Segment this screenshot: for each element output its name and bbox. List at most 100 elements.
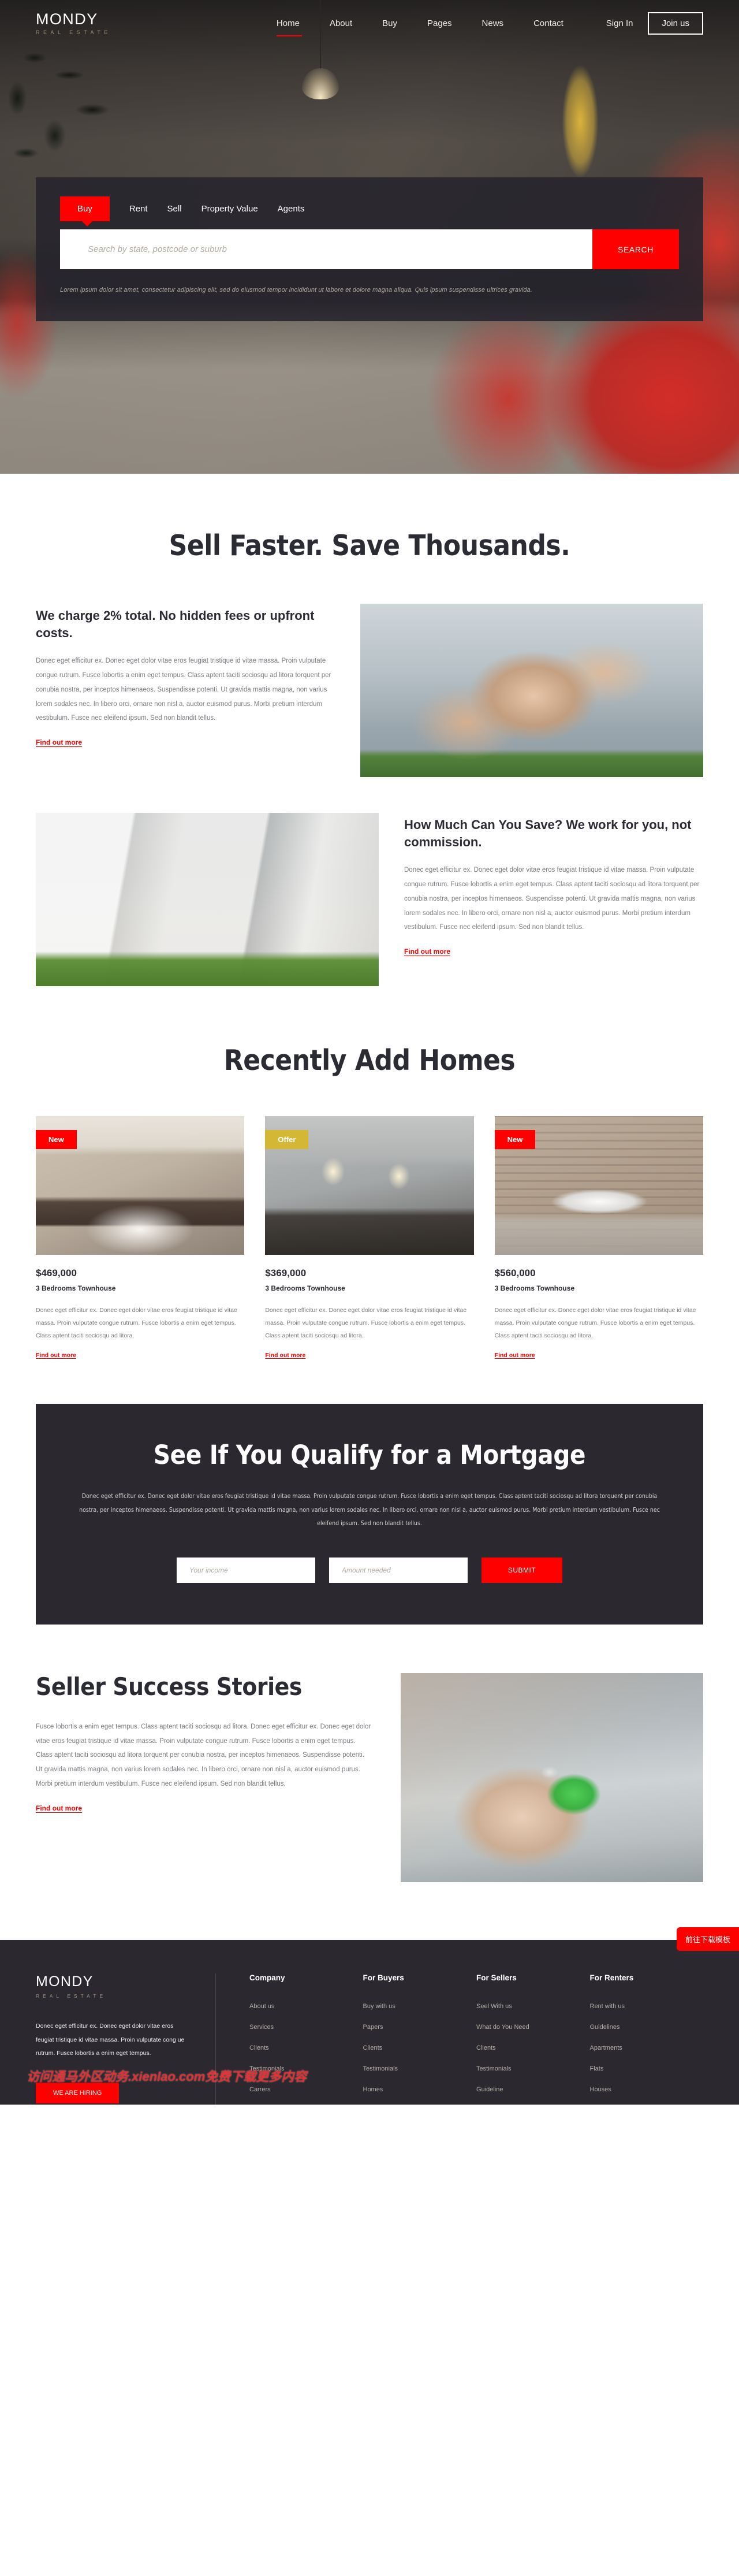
- search-tab-property-value[interactable]: Property Value: [201, 196, 258, 221]
- search-row: SEARCH: [60, 229, 679, 269]
- feature-savings-heading: How Much Can You Save? We work for you, …: [404, 817, 692, 849]
- search-tab-sell[interactable]: Sell: [167, 196, 182, 221]
- home-card-price: $560,000: [494, 1267, 536, 1278]
- stories-layout: Seller Success Stories Fusce lobortis a …: [36, 1672, 703, 1883]
- home-card-desc: Donec eget efficitur ex. Donec eget dolo…: [36, 1307, 237, 1340]
- footer-link[interactable]: What do You Need: [476, 2024, 529, 2031]
- feature-fees-body: Donec eget efficitur ex. Donec eget dolo…: [36, 657, 331, 722]
- home-card-badge: New: [494, 1130, 536, 1149]
- mortgage-body: Donec eget efficitur ex. Donec eget dolo…: [79, 1493, 660, 1527]
- modern-house-image: [36, 813, 379, 986]
- nav-item-contact[interactable]: Contact: [518, 18, 578, 28]
- footer-column-for-renters: For Renters Rent with us Guidelines Apar…: [590, 1973, 704, 2105]
- footer-link[interactable]: Homes: [363, 2086, 383, 2093]
- search-tab-buy[interactable]: Buy: [60, 196, 110, 226]
- nav-item-pages[interactable]: Pages: [412, 18, 467, 28]
- recent-homes-title: Recently Add Homes: [223, 1044, 516, 1077]
- download-template-float-button[interactable]: 前往下载模板: [676, 1927, 739, 1951]
- feature-savings-link[interactable]: Find out more: [404, 947, 450, 956]
- feature-fees-heading: We charge 2% total. No hidden fees or up…: [36, 608, 315, 640]
- sell-faster-section: Sell Faster. Save Thousands. We charge 2…: [0, 474, 739, 986]
- feature-fees-link[interactable]: Find out more: [36, 738, 82, 746]
- mortgage-title: See If You Qualify for a Mortgage: [153, 1440, 586, 1471]
- stories-title: Seller Success Stories: [36, 1672, 302, 1701]
- site-footer: 前往下载模板 MONDY REAL ESTATE Donec eget effi…: [0, 1927, 739, 2105]
- footer-brand: MONDY REAL ESTATE Donec eget efficitur e…: [36, 1973, 216, 2105]
- mortgage-panel: See If You Qualify for a Mortgage Donec …: [36, 1404, 703, 1625]
- footer-link[interactable]: Services: [249, 2024, 274, 2031]
- home-card-subtitle: 3 Bedrooms Townhouse: [494, 1284, 575, 1292]
- seller-stories-section: Seller Success Stories Fusce lobortis a …: [0, 1625, 739, 1940]
- home-card-price: $369,000: [265, 1267, 307, 1278]
- footer-column-title: For Renters: [589, 1973, 634, 1983]
- home-card-link[interactable]: Find out more: [36, 1352, 76, 1359]
- footer-link[interactable]: Buy with us: [363, 2003, 395, 2010]
- nav-item-about[interactable]: About: [315, 18, 367, 28]
- sign-in-link[interactable]: Sign In: [578, 18, 645, 28]
- footer-link[interactable]: About us: [249, 2003, 274, 2010]
- footer-link[interactable]: Seel With us: [476, 2003, 512, 2010]
- home-card-subtitle: 3 Bedrooms Townhouse: [265, 1284, 345, 1292]
- footer-link[interactable]: Testimonials: [363, 2065, 398, 2072]
- home-card-desc: Donec eget efficitur ex. Donec eget dolo…: [265, 1307, 467, 1340]
- footer-logo-tagline: REAL ESTATE: [36, 1993, 107, 1999]
- search-input[interactable]: [60, 229, 592, 269]
- footer-column-title: For Buyers: [363, 1973, 404, 1983]
- amount-needed-input[interactable]: [329, 1558, 468, 1583]
- home-card-price: $469,000: [36, 1267, 77, 1278]
- join-us-button[interactable]: Join us: [648, 12, 703, 35]
- feature-block-savings: How Much Can You Save? We work for you, …: [36, 813, 703, 986]
- footer-link[interactable]: Apartments: [590, 2045, 622, 2051]
- home-card[interactable]: New $469,000 3 Bedrooms Townhouse Donec …: [36, 1116, 245, 1360]
- home-card[interactable]: New $560,000 3 Bedrooms Townhouse Donec …: [494, 1116, 703, 1360]
- footer-link[interactable]: Testimonials: [476, 2065, 512, 2072]
- home-card-image-bedroom: New: [36, 1116, 245, 1255]
- home-cards-list: New $469,000 3 Bedrooms Townhouse Donec …: [36, 1116, 703, 1360]
- footer-link[interactable]: Carrers: [249, 2086, 271, 2093]
- footer-link[interactable]: Rent with us: [590, 2003, 625, 2010]
- footer-link[interactable]: Guideline: [476, 2086, 503, 2093]
- income-input[interactable]: [177, 1558, 315, 1583]
- footer-link[interactable]: Papers: [363, 2024, 383, 2031]
- footer-logo-name: MONDY: [36, 1973, 94, 1990]
- footer-link[interactable]: Clients: [363, 2045, 383, 2051]
- footer-link[interactable]: Clients: [249, 2045, 269, 2051]
- footer-link[interactable]: Testimonials: [249, 2065, 285, 2072]
- nav-item-news[interactable]: News: [467, 18, 519, 28]
- search-tab-rent[interactable]: Rent: [129, 196, 148, 221]
- hero-search-panel: Buy Rent Sell Property Value Agents SEAR…: [36, 177, 703, 321]
- home-card-link[interactable]: Find out more: [495, 1352, 535, 1359]
- stories-link[interactable]: Find out more: [36, 1804, 82, 1812]
- footer-column-title: For Sellers: [476, 1973, 517, 1983]
- footer-column-title: Company: [249, 1973, 285, 1983]
- nav-item-buy[interactable]: Buy: [367, 18, 412, 28]
- mortgage-submit-button[interactable]: SUBMIT: [482, 1558, 562, 1583]
- footer-link[interactable]: Flats: [590, 2065, 604, 2072]
- search-tab-agents[interactable]: Agents: [278, 196, 305, 221]
- footer-description: Donec eget efficitur ex. Donec eget dolo…: [36, 2023, 185, 2057]
- main-nav: Home About Buy Pages News Contact Sign I…: [262, 12, 703, 36]
- home-card-badge: Offer: [265, 1130, 309, 1149]
- feature-block-fees: We charge 2% total. No hidden fees or up…: [36, 604, 703, 777]
- we-are-hiring-button[interactable]: WE ARE HIRING: [36, 2082, 120, 2103]
- logo-name: MONDY: [36, 10, 98, 28]
- footer-column-for-sellers: For Sellers Seel With us What do You Nee…: [476, 1973, 590, 2105]
- top-navigation-bar: MONDY REAL ESTATE Home About Buy Pages N…: [0, 0, 739, 46]
- nav-item-home[interactable]: Home: [262, 18, 315, 36]
- home-card-link[interactable]: Find out more: [265, 1352, 305, 1359]
- feature-savings-body: Donec eget efficitur ex. Donec eget dolo…: [404, 867, 700, 931]
- footer-link[interactable]: Guidelines: [590, 2024, 620, 2031]
- footer-column-company: Company About us Services Clients Testim…: [249, 1973, 363, 2105]
- search-helper-text: Lorem ipsum dolor sit amet, consectetur …: [60, 287, 532, 293]
- home-card[interactable]: Offer $369,000 3 Bedrooms Townhouse Done…: [265, 1116, 474, 1360]
- hero-section: MONDY REAL ESTATE Home About Buy Pages N…: [0, 0, 739, 474]
- site-logo[interactable]: MONDY REAL ESTATE: [36, 10, 111, 35]
- stories-body: Fusce lobortis a enim eget tempus. Class…: [36, 1723, 371, 1787]
- footer-link[interactable]: Houses: [590, 2086, 611, 2093]
- footer-column-for-buyers: For Buyers Buy with us Papers Clients Te…: [363, 1973, 477, 2105]
- search-button[interactable]: SEARCH: [592, 229, 679, 269]
- mortgage-section-wrapper: See If You Qualify for a Mortgage Donec …: [0, 1360, 739, 1625]
- home-card-subtitle: 3 Bedrooms Townhouse: [36, 1284, 116, 1292]
- recent-homes-section: Recently Add Homes New $469,000 3 Bedroo…: [0, 986, 739, 1360]
- footer-link[interactable]: Clients: [476, 2045, 496, 2051]
